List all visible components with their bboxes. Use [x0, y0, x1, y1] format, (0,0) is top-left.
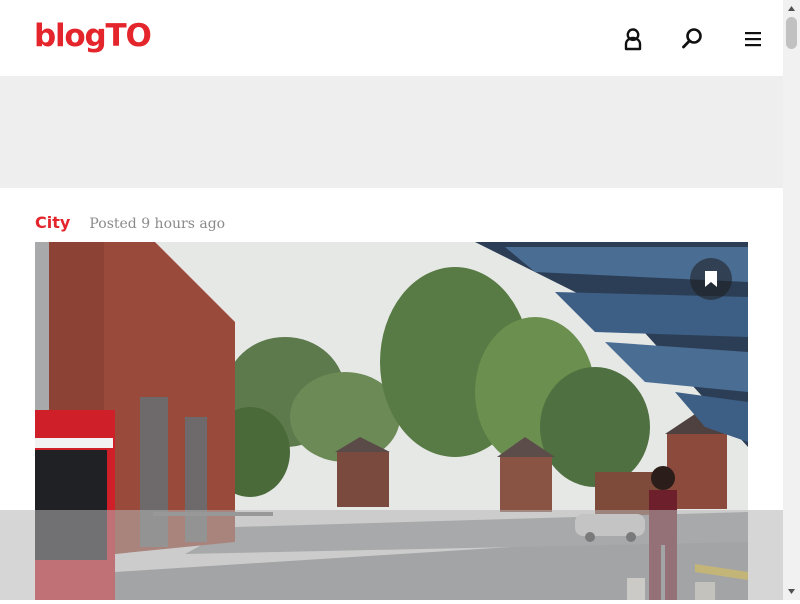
search-button[interactable] [677, 24, 707, 54]
vertical-scrollbar[interactable] [783, 0, 800, 600]
category-link[interactable]: City [35, 213, 70, 232]
bookmark-icon [705, 271, 717, 287]
hero-image[interactable] [35, 242, 748, 600]
user-icon [624, 28, 642, 51]
scroll-down-arrow[interactable] [783, 583, 800, 600]
search-icon [682, 28, 702, 49]
account-button[interactable] [618, 24, 648, 54]
page: blogTO City Posted 9 hours ago [0, 0, 783, 600]
menu-icon [745, 32, 761, 47]
site-logo[interactable]: blogTO [34, 16, 152, 56]
bookmark-button[interactable] [690, 258, 732, 300]
hero-photo [35, 242, 748, 600]
menu-button[interactable] [738, 24, 768, 54]
site-header: blogTO [0, 0, 783, 76]
scroll-up-arrow[interactable] [783, 0, 800, 17]
posted-time: Posted 9 hours ago [89, 216, 226, 232]
article-meta: City Posted 9 hours ago [35, 212, 225, 234]
scroll-thumb[interactable] [786, 17, 797, 49]
ad-placeholder [0, 76, 783, 188]
article-card: City Posted 9 hours ago [0, 188, 783, 600]
